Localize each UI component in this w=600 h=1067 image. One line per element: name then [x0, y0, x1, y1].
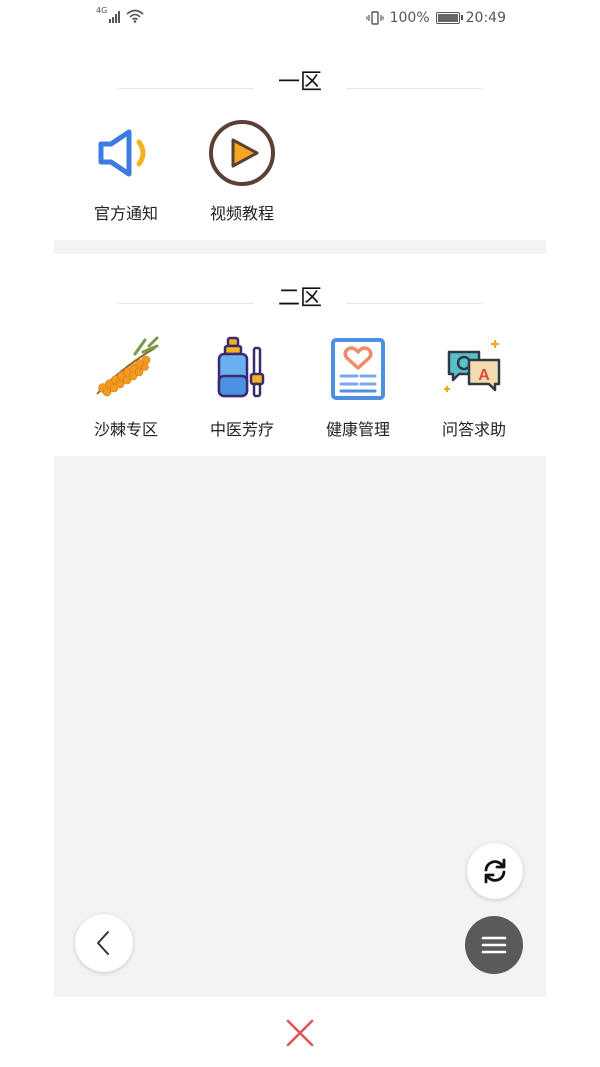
back-chevron-icon	[97, 931, 109, 955]
status-bar: 4G 100% 20:49	[0, 0, 600, 38]
vibrate-icon	[366, 11, 384, 25]
section-1-title: 一区	[277, 70, 322, 95]
play-icon	[207, 118, 277, 188]
sea-buckthorn-icon	[91, 334, 161, 404]
bottom-bar	[0, 997, 600, 1067]
clock: 20:49	[465, 10, 506, 26]
menu-icon	[481, 936, 507, 954]
grid-label: 中医芳疗	[209, 420, 274, 439]
network-type: 4G	[96, 6, 108, 15]
grid-item-tcm-aromatherapy[interactable]: 中医芳疗	[184, 334, 300, 440]
grid-item-health-management[interactable]: 健康管理	[300, 334, 416, 440]
signal-icon	[109, 11, 121, 23]
close-button[interactable]	[282, 1015, 318, 1051]
grid-label: 沙棘专区	[93, 420, 158, 439]
refresh-icon	[484, 858, 506, 884]
grid-item-qa-help[interactable]: A 问答求助	[416, 334, 532, 440]
close-icon	[286, 1019, 314, 1047]
section-1: 一区 官方通知 视频教程	[54, 40, 546, 240]
grid-item-official-notice[interactable]: 官方通知	[68, 118, 184, 224]
battery-percent: 100%	[389, 10, 430, 26]
health-record-icon	[323, 334, 393, 404]
refresh-button[interactable]	[467, 843, 523, 899]
grid-label: 问答求助	[441, 420, 506, 439]
section-separator	[54, 240, 546, 254]
grid-item-sea-buckthorn[interactable]: 沙棘专区	[68, 334, 184, 440]
grid-label: 健康管理	[325, 420, 390, 439]
grid-item-video-tutorial[interactable]: 视频教程	[184, 118, 300, 224]
app-screen: 4G 100% 20:49 一区 官方通知 视频教程 二区 沙棘专区 中医芳疗 …	[0, 0, 600, 1067]
status-left: 4G	[96, 6, 144, 23]
menu-button[interactable]	[465, 916, 523, 974]
battery-icon	[435, 12, 463, 24]
grid-label: 视频教程	[209, 204, 274, 223]
content-area	[54, 456, 546, 997]
speaker-icon	[91, 118, 161, 188]
back-button[interactable]	[75, 914, 133, 972]
aromatherapy-icon	[207, 334, 277, 404]
qa-chat-icon: A	[439, 334, 509, 404]
grid-label: 官方通知	[93, 204, 158, 223]
wifi-icon	[126, 9, 144, 23]
section-2: 二区 沙棘专区 中医芳疗 健康管理 A 问答求助	[54, 254, 546, 456]
status-right: 100% 20:49	[366, 10, 506, 26]
svg-text:A: A	[478, 367, 490, 384]
section-2-title: 二区	[277, 286, 322, 311]
